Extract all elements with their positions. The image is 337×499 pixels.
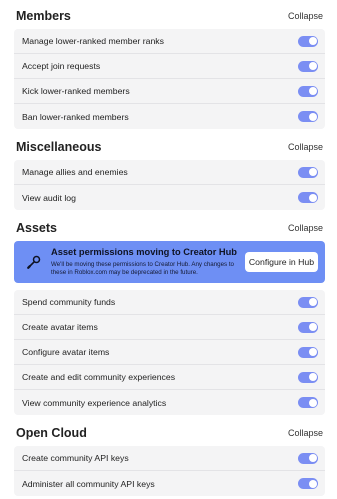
assets-section-title: Assets xyxy=(16,221,57,235)
permission-row: Administer all community API keys xyxy=(14,471,325,496)
permission-row: View audit log xyxy=(14,185,325,210)
banner-text: We'll be moving these permissions to Cre… xyxy=(51,261,235,276)
misc-collapse-button[interactable]: Collapse xyxy=(288,142,323,152)
permission-label: View community experience analytics xyxy=(22,397,167,408)
permission-row: Accept join requests xyxy=(14,54,325,79)
members-section-title: Members xyxy=(16,9,71,23)
permission-row: Ban lower-ranked members xyxy=(14,104,325,129)
permission-toggle[interactable] xyxy=(298,35,318,47)
misc-section-header: Miscellaneous Collapse xyxy=(16,139,323,155)
assets-collapse-button[interactable]: Collapse xyxy=(288,223,323,233)
permission-toggle[interactable] xyxy=(298,371,318,383)
permission-label: Configure avatar items xyxy=(22,347,110,357)
open-cloud-panel: Create community API keys Administer all… xyxy=(14,446,325,496)
open-cloud-collapse-button[interactable]: Collapse xyxy=(288,428,323,438)
permission-label: Spend community funds xyxy=(22,297,116,307)
permission-label: Accept join requests xyxy=(22,61,101,71)
members-section-header: Members Collapse xyxy=(16,8,323,24)
permission-row: Configure avatar items xyxy=(14,340,325,365)
permission-row: Create avatar items xyxy=(14,315,325,340)
permission-label: Kick lower-ranked members xyxy=(22,86,130,96)
permission-toggle[interactable] xyxy=(298,166,318,178)
permission-toggle[interactable] xyxy=(298,111,318,122)
permission-label: Ban lower-ranked members xyxy=(22,111,129,122)
permission-row: Manage allies and enemies xyxy=(14,160,325,185)
permission-label: Create and edit community experiences xyxy=(22,372,176,382)
assets-panel: Spend community funds Create avatar item… xyxy=(14,290,325,415)
permission-row: Create community API keys xyxy=(14,446,325,471)
permission-label: Create community API keys xyxy=(22,453,129,463)
open-cloud-section-title: Open Cloud xyxy=(16,426,87,440)
permission-row: View community experience analytics xyxy=(14,390,325,415)
permission-toggle[interactable] xyxy=(298,478,318,489)
permission-row: Manage lower-ranked member ranks xyxy=(14,29,325,54)
permission-toggle[interactable] xyxy=(298,346,318,358)
misc-section-title: Miscellaneous xyxy=(16,140,102,154)
members-collapse-button[interactable]: Collapse xyxy=(288,11,323,21)
permission-label: Manage allies and enemies xyxy=(22,167,128,177)
banner-title: Asset permissions moving to Creator Hub xyxy=(51,247,237,257)
permission-toggle[interactable] xyxy=(298,85,318,97)
configure-in-hub-button[interactable]: Configure in Hub xyxy=(245,252,318,272)
permission-toggle[interactable] xyxy=(298,452,318,464)
members-panel: Manage lower-ranked member ranks Accept … xyxy=(14,29,325,129)
brush-icon xyxy=(26,254,42,270)
creator-hub-banner: Asset permissions moving to Creator Hub … xyxy=(14,241,325,283)
open-cloud-section-header: Open Cloud Collapse xyxy=(16,425,323,441)
permission-row: Spend community funds xyxy=(14,290,325,315)
permission-toggle[interactable] xyxy=(298,321,318,333)
permission-toggle[interactable] xyxy=(298,397,318,408)
permission-toggle[interactable] xyxy=(298,296,318,308)
assets-section-header: Assets Collapse xyxy=(16,220,323,236)
permission-row: Kick lower-ranked members xyxy=(14,79,325,104)
misc-panel: Manage allies and enemies View audit log xyxy=(14,160,325,210)
permission-label: Create avatar items xyxy=(22,322,98,332)
permission-label: Administer all community API keys xyxy=(22,478,155,489)
permission-toggle[interactable] xyxy=(298,60,318,72)
permission-row: Create and edit community experiences xyxy=(14,365,325,390)
permission-label: View audit log xyxy=(22,192,76,203)
permission-toggle[interactable] xyxy=(298,192,318,203)
permission-label: Manage lower-ranked member ranks xyxy=(22,36,164,46)
